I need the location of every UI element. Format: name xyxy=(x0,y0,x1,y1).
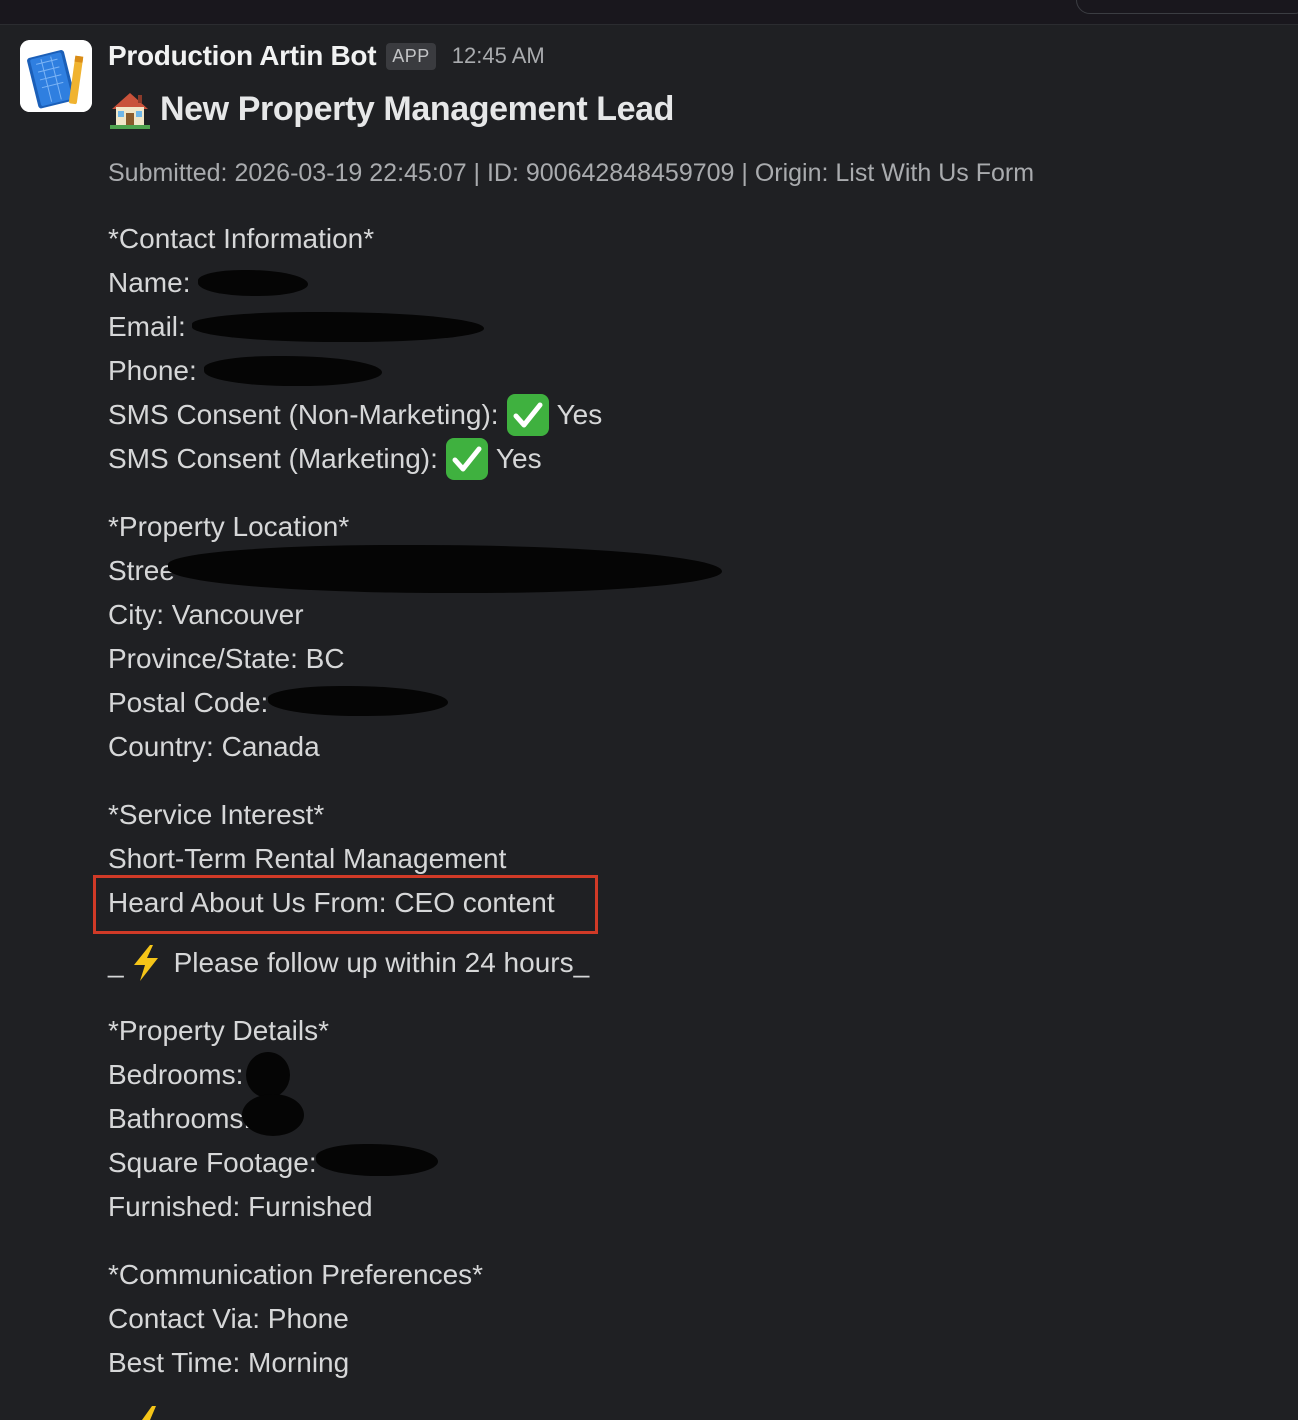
house-with-garden-icon xyxy=(110,93,150,129)
sms-marketing-value: Yes xyxy=(495,443,542,474)
location-street: Stree xyxy=(108,553,175,589)
followup-prefix: _ xyxy=(108,947,124,978)
contact-email: Email: xyxy=(108,309,186,345)
name-label: Name: xyxy=(108,267,191,298)
submission-meta: Submitted: 2026-03-19 22:45:07 | ID: 900… xyxy=(108,159,1035,187)
app-badge: APP xyxy=(386,42,436,70)
title-text: New Property Management Lead xyxy=(160,89,675,128)
details-bedrooms: Bedrooms: xyxy=(108,1057,243,1093)
sms-consent-non-marketing: SMS Consent (Non-Marketing): Yes xyxy=(108,394,603,436)
contact-name: Name: xyxy=(108,265,190,301)
redaction-scribble xyxy=(198,270,308,296)
email-label: Email: xyxy=(108,311,186,342)
sqft-label: Square Footage: xyxy=(108,1147,317,1178)
location-city: City: Vancouver xyxy=(108,599,304,630)
contact-heading: *Contact Information* xyxy=(108,223,375,254)
location-heading: *Property Location* xyxy=(108,511,350,542)
white-check-mark-icon xyxy=(445,438,488,480)
sms-consent-marketing: SMS Consent (Marketing): Yes xyxy=(108,438,542,480)
redaction-scribble xyxy=(316,1144,438,1176)
communication-contact-via: Contact Via: Phone xyxy=(108,1303,349,1334)
sms-non-marketing-label: SMS Consent (Non-Marketing): xyxy=(108,399,499,430)
message-timestamp[interactable]: 12:45 AM xyxy=(452,43,545,69)
phone-label: Phone: xyxy=(108,355,197,386)
redaction-scribble xyxy=(242,1094,304,1136)
bot-avatar[interactable] xyxy=(20,40,92,112)
sms-marketing-label: SMS Consent (Marketing): xyxy=(108,443,438,474)
bedrooms-label: Bedrooms: xyxy=(108,1059,244,1090)
service-heading: *Service Interest* xyxy=(108,799,325,830)
white-check-mark-icon xyxy=(506,394,549,436)
location-country: Country: Canada xyxy=(108,731,320,762)
bathrooms-label: Bathrooms: xyxy=(108,1103,252,1134)
bot-name[interactable]: Production Artin Bot xyxy=(108,40,377,72)
redaction-scribble xyxy=(192,312,484,342)
details-square-footage: Square Footage: xyxy=(108,1145,317,1181)
communication-best-time: Best Time: Morning xyxy=(108,1347,350,1378)
top-bar xyxy=(0,0,1298,25)
redaction-scribble xyxy=(268,686,448,716)
message-header: Production Artin Bot APP 12:45 AM xyxy=(108,38,545,74)
details-bathrooms: Bathrooms: xyxy=(108,1101,251,1137)
lightning-icon xyxy=(133,945,158,981)
message-title: New Property Management Lead xyxy=(108,86,674,132)
postal-label: Postal Code: xyxy=(108,687,269,718)
location-province: Province/State: BC xyxy=(108,643,345,674)
details-heading: *Property Details* xyxy=(108,1015,329,1046)
service-interest: Short-Term Rental Management xyxy=(108,843,507,874)
redaction-scribble xyxy=(204,356,382,386)
details-furnished: Furnished: Furnished xyxy=(108,1191,373,1222)
redaction-scribble xyxy=(168,545,722,593)
search-bar-edge[interactable] xyxy=(1076,0,1298,14)
followup-note: _ Please follow up within 24 hours_ xyxy=(108,945,589,981)
location-postal-code: Postal Code: xyxy=(108,685,268,721)
sms-non-marketing-value: Yes xyxy=(556,399,603,430)
street-label: Stree xyxy=(108,555,175,586)
highlight-annotation-box xyxy=(93,875,598,934)
followup-text: Please follow up within 24 hours_ xyxy=(173,947,590,978)
redaction-scribble xyxy=(246,1052,290,1098)
communication-heading: *Communication Preferences* xyxy=(108,1259,484,1290)
contact-phone: Phone: xyxy=(108,353,197,389)
blueprint-book-icon xyxy=(20,40,92,112)
